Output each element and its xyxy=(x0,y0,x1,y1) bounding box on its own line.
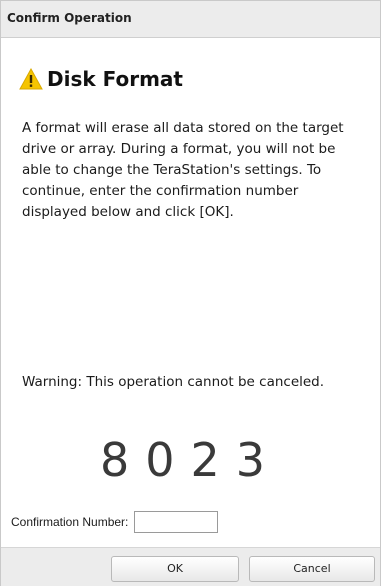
confirmation-number-input[interactable] xyxy=(134,511,219,533)
confirmation-label: Confirmation Number: xyxy=(11,515,129,529)
confirmation-row: Confirmation Number: xyxy=(11,509,219,535)
warning-triangle-icon xyxy=(19,67,43,90)
confirm-operation-dialog: Confirm Operation Disk Format A format w… xyxy=(0,0,381,586)
dialog-footer: OK Cancel xyxy=(1,547,380,586)
dialog-title: Confirm Operation xyxy=(7,11,132,25)
dialog-heading: Disk Format xyxy=(19,63,183,95)
heading-title: Disk Format xyxy=(47,67,183,91)
warning-text: Warning: This operation cannot be cancel… xyxy=(22,374,325,390)
confirmation-code: 8023 xyxy=(99,433,282,487)
description-text: A format will erase all data stored on t… xyxy=(22,120,344,220)
ok-button[interactable]: OK xyxy=(111,556,239,582)
dialog-title-bar: Confirm Operation xyxy=(1,1,380,38)
cancel-button[interactable]: Cancel xyxy=(249,556,375,582)
